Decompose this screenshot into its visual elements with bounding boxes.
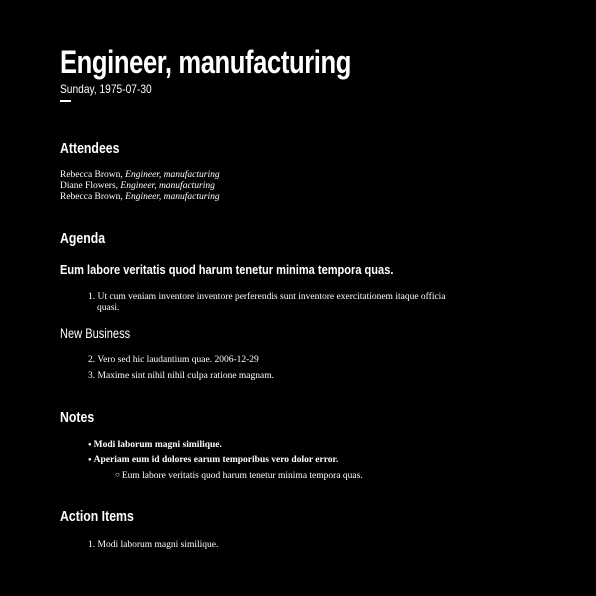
item-number: 3.: [88, 371, 96, 381]
agenda-item: 3. Maxime sint nihil nihil culpa ratione…: [88, 371, 274, 382]
agenda-item-continuation: quasi.: [97, 303, 120, 313]
item-number: 1.: [88, 292, 96, 302]
agenda-topic: Eum labore veritatis quod harum tenetur …: [60, 262, 394, 277]
attendee-row: Rebecca Brown, Engineer, manufacturing: [60, 192, 220, 203]
notes-heading: Notes: [60, 409, 95, 426]
action-item: 1. Modi laborum magni similique.: [88, 540, 218, 551]
title-divider: [60, 100, 71, 102]
meeting-date: Sunday, 1975-07-30: [60, 82, 152, 96]
agenda-heading: Agenda: [60, 230, 106, 247]
note-item: Aperiam eum id dolores earum temporibus …: [88, 455, 339, 467]
item-text: Modi laborum magni similique.: [97, 540, 219, 550]
hollow-bullet-icon: [115, 471, 122, 481]
item-number: 2.: [88, 355, 96, 365]
action-items-heading: Action Items: [60, 508, 134, 525]
attendee-role: Engineer, manufacturing: [125, 170, 220, 180]
attendees-heading: Attendees: [60, 140, 120, 157]
page-title: Engineer, manufacturing: [60, 44, 351, 80]
note-item: Modi laborum magni similique.: [88, 440, 222, 452]
attendee-role: Engineer, manufacturing: [120, 181, 215, 191]
item-text: Vero sed hic laudantium quae. 2006-12-29: [97, 355, 259, 365]
attendee-row: Rebecca Brown, Engineer, manufacturing: [60, 170, 220, 181]
note-text: Aperiam eum id dolores earum temporibus …: [93, 455, 339, 465]
attendee-name: Diane Flowers: [60, 181, 116, 191]
attendee-name: Rebecca Brown: [60, 170, 121, 180]
note-text: Modi laborum magni similique.: [93, 440, 222, 450]
agenda-item: 1. Ut cum veniam inventore inventore per…: [88, 292, 446, 303]
attendee-row: Diane Flowers, Engineer, manufacturing: [60, 181, 215, 192]
attendee-name: Rebecca Brown: [60, 192, 121, 202]
item-number: 1.: [88, 540, 96, 550]
note-subitem: Eum labore veritatis quod harum tenetur …: [115, 470, 363, 482]
attendee-role: Engineer, manufacturing: [125, 192, 220, 202]
agenda-item: 2. Vero sed hic laudantium quae. 2006-12…: [88, 355, 259, 366]
item-text: Maxime sint nihil nihil culpa ratione ma…: [97, 371, 275, 381]
item-text: Ut cum veniam inventore inventore perfer…: [97, 292, 446, 302]
meeting-notes-page: Engineer, manufacturing Sunday, 1975-07-…: [0, 0, 596, 596]
new-business-subheading: New Business: [60, 326, 131, 341]
note-subitem-text: Eum labore veritatis quod harum tenetur …: [121, 471, 363, 481]
